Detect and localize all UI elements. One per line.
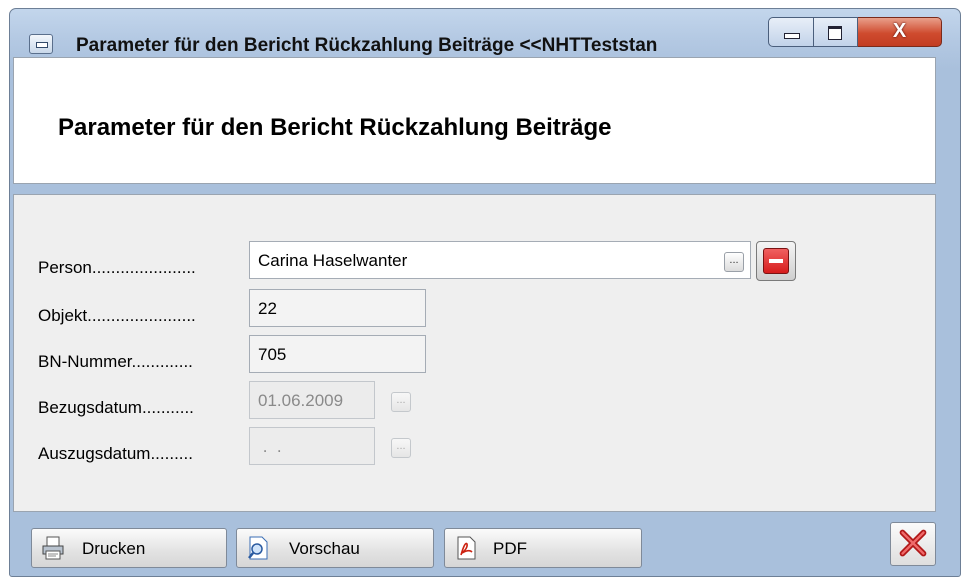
preview-icon <box>248 536 268 560</box>
person-field[interactable]: Carina Haselwanter ... <box>249 241 751 279</box>
auszugsdatum-value: . . <box>258 437 282 456</box>
bezugsdatum-label: Bezugsdatum........... <box>38 398 194 417</box>
person-browse-button[interactable]: ... <box>724 252 744 272</box>
preview-button[interactable]: Vorschau <box>236 528 434 568</box>
window-title: Parameter für den Bericht Rückzahlung Be… <box>76 35 658 56</box>
bezugsdatum-calendar-button[interactable]: ... <box>391 392 411 412</box>
close-icon: X <box>892 20 907 42</box>
bn-nummer-value: 705 <box>258 345 287 364</box>
person-value: Carina Haselwanter <box>258 251 408 270</box>
preview-label: Vorschau <box>289 539 360 558</box>
objekt-value: 22 <box>258 299 277 318</box>
auszugsdatum-field[interactable]: . . <box>249 427 375 465</box>
printer-icon <box>42 536 64 560</box>
person-label: Person...................... <box>38 258 196 277</box>
pdf-icon <box>457 536 476 560</box>
page-title: Parameter für den Bericht Rückzahlung Be… <box>58 114 612 141</box>
window-menu-icon[interactable] <box>29 34 53 54</box>
window-controls: X <box>768 17 942 51</box>
pdf-label: PDF <box>493 539 527 558</box>
bezugsdatum-field[interactable]: 01.06.2009 <box>249 381 375 419</box>
close-icon <box>899 529 927 557</box>
remove-person-button[interactable] <box>756 241 796 281</box>
maximize-button[interactable] <box>814 17 858 47</box>
report-header: Parameter für den Bericht Rückzahlung Be… <box>13 57 936 184</box>
print-label: Drucken <box>82 539 146 558</box>
pdf-button[interactable]: PDF <box>444 528 642 568</box>
bn-nummer-label: BN-Nummer............. <box>38 352 193 371</box>
print-button[interactable]: Drucken <box>31 528 227 568</box>
objekt-field[interactable]: 22 <box>249 289 426 327</box>
minimize-button[interactable] <box>768 17 814 47</box>
minus-icon <box>763 248 789 274</box>
bezugsdatum-value: 01.06.2009 <box>258 391 344 410</box>
window-close-button[interactable]: X <box>858 17 942 47</box>
auszugsdatum-label: Auszugsdatum......... <box>38 444 193 463</box>
close-dialog-button[interactable] <box>890 522 936 566</box>
objekt-label: Objekt....................... <box>38 306 196 325</box>
auszugsdatum-calendar-button[interactable]: ... <box>391 438 411 458</box>
bn-nummer-field[interactable]: 705 <box>249 335 426 373</box>
